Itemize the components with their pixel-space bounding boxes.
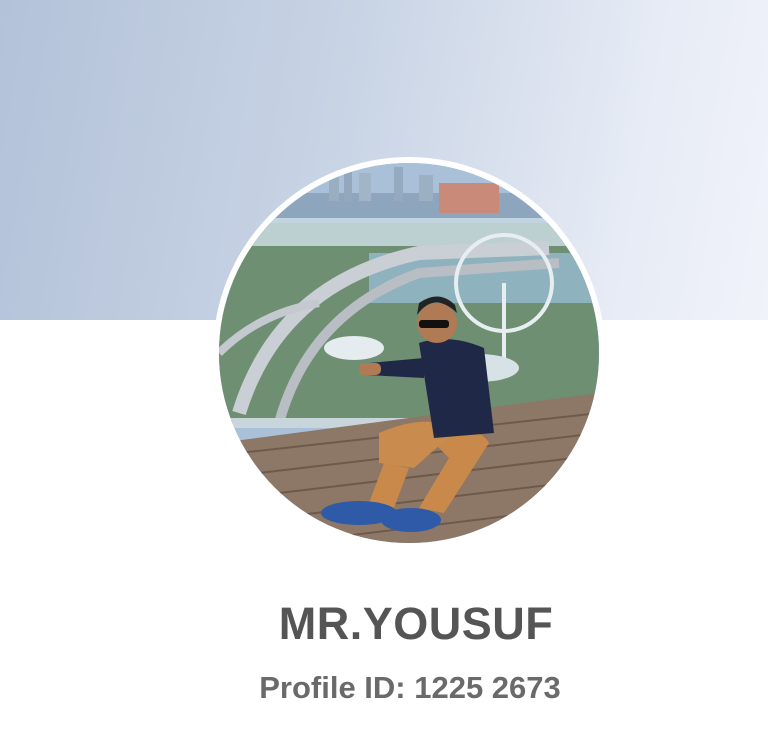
avatar-photo [219, 163, 599, 543]
profile-id: Profile ID: 1225 2673 [259, 670, 561, 705]
profile-avatar[interactable] [219, 163, 599, 543]
profile-name: MR.YOUSUF [278, 598, 554, 649]
